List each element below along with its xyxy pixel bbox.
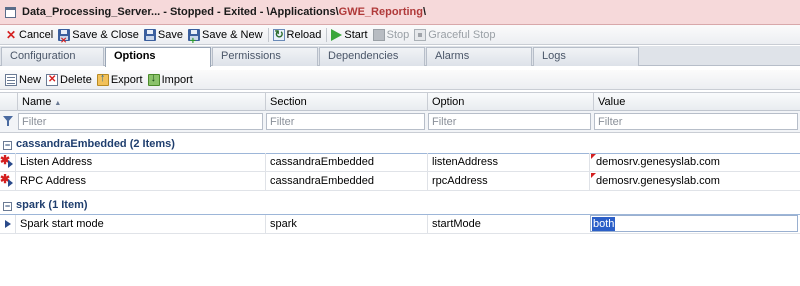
name-filter-input[interactable] <box>18 113 263 130</box>
column-header-option[interactable]: Option <box>427 93 593 111</box>
cancel-icon: ✕ <box>5 27 17 42</box>
row-section: spark <box>265 215 427 233</box>
save-close-label: Save & Close <box>72 28 139 41</box>
import-button[interactable]: Import <box>146 71 196 89</box>
value-filter-input[interactable] <box>594 113 798 130</box>
column-header-section[interactable]: Section <box>265 93 427 111</box>
reload-label: Reload <box>286 28 322 41</box>
import-icon <box>147 72 160 86</box>
group-header-cassandra[interactable]: − cassandraEmbedded (2 Items) <box>0 134 800 154</box>
reload-button[interactable]: Reload <box>271 26 325 44</box>
group-header-spark[interactable]: − spark (1 Item) <box>0 195 800 215</box>
column-header-name[interactable]: Name ▲ <box>17 93 265 111</box>
value-edit-field[interactable]: both <box>590 215 798 232</box>
export-label: Export <box>110 73 143 86</box>
table-row[interactable]: Listen Address cassandraEmbedded listenA… <box>0 153 800 172</box>
save-icon <box>143 28 156 41</box>
required-marker-icon <box>0 172 14 188</box>
row-name: Listen Address <box>15 153 265 171</box>
section-filter-input[interactable] <box>266 113 425 130</box>
start-button[interactable]: Start <box>329 26 370 44</box>
row-option: rpcAddress <box>427 172 589 190</box>
row-section: cassandraEmbedded <box>265 172 427 190</box>
new-button[interactable]: New <box>3 71 44 89</box>
reload-icon <box>272 28 285 41</box>
delete-label: Delete <box>60 73 92 86</box>
tab-permissions[interactable]: Permissions <box>212 47 318 66</box>
export-icon <box>96 72 109 86</box>
modified-marker-icon <box>591 173 596 178</box>
table-row[interactable]: RPC Address cassandraEmbedded rpcAddress… <box>0 172 800 191</box>
tab-alarms[interactable]: Alarms <box>426 47 532 66</box>
row-name: RPC Address <box>15 172 265 190</box>
current-row-arrow-icon <box>5 220 11 228</box>
cancel-label: Cancel <box>19 28 54 41</box>
graceful-stop-label: Graceful Stop <box>428 28 496 41</box>
row-option: listenAddress <box>427 153 589 171</box>
table-row[interactable]: Spark start mode spark startMode both <box>0 215 800 234</box>
tab-logs[interactable]: Logs <box>533 47 639 66</box>
graceful-stop-icon <box>414 28 427 41</box>
filter-row <box>0 111 800 133</box>
collapse-icon[interactable]: − <box>3 202 12 211</box>
row-section: cassandraEmbedded <box>265 153 427 171</box>
row-value[interactable]: demosrv.genesyslab.com <box>589 172 800 190</box>
window-icon <box>5 6 16 18</box>
window-title-app: GWE_Reporting <box>338 6 423 18</box>
modified-marker-icon <box>591 154 596 159</box>
toolbar-divider <box>326 27 328 42</box>
filter-funnel-icon <box>3 116 13 126</box>
save-new-icon <box>187 28 200 41</box>
options-toolbar: New Delete Export Import <box>0 70 800 90</box>
grid-header: Name ▲ Section Option Value <box>0 92 800 111</box>
group-label: spark (1 Item) <box>16 199 88 211</box>
stop-button[interactable]: Stop <box>371 26 413 44</box>
save-close-icon <box>58 28 71 41</box>
sort-ascending-icon: ▲ <box>54 100 62 107</box>
save-button[interactable]: Save <box>142 26 186 44</box>
new-label: New <box>19 73 42 86</box>
value-edit-text: both <box>592 217 616 231</box>
cancel-button[interactable]: ✕ Cancel <box>3 26 56 44</box>
main-toolbar: ✕ Cancel Save & Close Save Save & New Re… <box>0 25 800 45</box>
group-label: cassandraEmbedded (2 Items) <box>16 138 175 150</box>
graceful-stop-button[interactable]: Graceful Stop <box>412 26 498 44</box>
option-filter-input[interactable] <box>428 113 591 130</box>
play-icon <box>331 28 343 41</box>
stop-icon <box>372 28 385 41</box>
column-header-value[interactable]: Value <box>593 93 800 111</box>
delete-button[interactable]: Delete <box>44 71 95 89</box>
stop-label: Stop <box>386 28 410 41</box>
toolbar-divider <box>267 27 269 42</box>
window-title: Data_Processing_Server... - Stopped - Ex… <box>22 6 339 18</box>
row-option: startMode <box>427 215 589 233</box>
export-button[interactable]: Export <box>95 71 146 89</box>
collapse-icon[interactable]: − <box>3 141 12 150</box>
tab-options[interactable]: Options <box>105 47 211 67</box>
tab-dependencies[interactable]: Dependencies <box>319 47 425 66</box>
window-title-bar: Data_Processing_Server... - Stopped - Ex… <box>0 0 800 25</box>
start-label: Start <box>344 28 368 41</box>
save-label: Save <box>157 28 183 41</box>
row-value[interactable]: demosrv.genesyslab.com <box>589 153 800 171</box>
save-new-button[interactable]: Save & New <box>186 26 266 44</box>
row-value-text: demosrv.genesyslab.com <box>596 156 720 168</box>
row-value-text: demosrv.genesyslab.com <box>596 175 720 187</box>
import-label: Import <box>161 73 193 86</box>
save-close-button[interactable]: Save & Close <box>56 26 142 44</box>
required-marker-icon <box>0 153 14 169</box>
tab-strip: Configuration Options Permissions Depend… <box>0 46 800 67</box>
row-name: Spark start mode <box>15 215 265 233</box>
save-new-label: Save & New <box>201 28 263 41</box>
tab-configuration[interactable]: Configuration <box>1 47 104 66</box>
window-title-suffix: \ <box>423 6 427 18</box>
delete-icon <box>46 73 59 86</box>
new-icon <box>5 73 17 86</box>
column-name-label: Name <box>22 96 52 108</box>
